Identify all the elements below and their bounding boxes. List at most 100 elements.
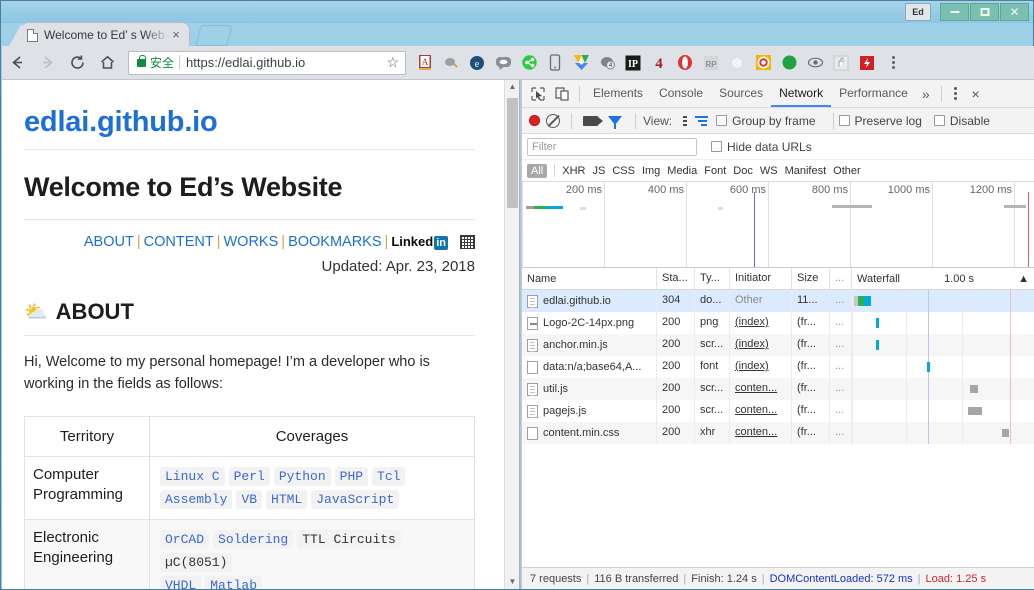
green-circle-extension-icon[interactable] [776,50,802,76]
filter-manifest[interactable]: Manifest [785,165,827,177]
initiator-link[interactable]: (index) [735,360,769,372]
checkbox-icon[interactable] [838,115,850,126]
skill-tag[interactable]: Assembly [160,489,233,509]
scrollbar-thumb[interactable] [507,98,518,208]
initiator-link[interactable]: (index) [735,338,769,350]
cell-initiator[interactable]: conten... [730,422,792,444]
filter-font[interactable]: Font [704,165,726,177]
record-button[interactable] [529,115,540,126]
network-overview[interactable]: 200 ms 400 ms 600 ms 800 ms 1000 ms 1200… [522,182,1034,268]
table-row[interactable]: anchor.min.js 200 scr... (index) (fr... … [522,334,1034,356]
initiator-link[interactable]: conten... [735,382,777,394]
filter-input[interactable]: Filter [527,137,697,156]
filter-js[interactable]: JS [592,165,605,177]
clipboard-extension-icon[interactable] [438,50,464,76]
column-header-name[interactable]: Name [522,268,657,289]
skill-tag[interactable]: Matlab [205,575,263,589]
table-row[interactable]: edlai.github.io 304 do... Other 11... ..… [522,290,1034,312]
cell-initiator[interactable]: conten... [730,378,792,400]
tab-elements[interactable]: Elements [585,80,651,107]
checkbox-icon[interactable] [716,115,728,126]
filter-other[interactable]: Other [833,165,861,177]
clear-icon[interactable] [546,113,560,128]
opera-extension-icon[interactable] [672,50,698,76]
forward-button[interactable] [32,48,62,78]
back-button[interactable] [2,48,32,78]
column-header-time[interactable]: ... [830,268,852,289]
address-bar[interactable]: 安全 https://edlai.github.io ☆ [128,50,406,75]
chat-extension-icon[interactable] [490,50,516,76]
scroll-up-icon[interactable]: ▲ [505,80,519,94]
sort-indicator-icon[interactable]: ▲ [1018,273,1029,285]
eye-extension-icon[interactable] [802,50,828,76]
bookmark-star-icon[interactable]: ☆ [386,54,399,71]
nav-link-about[interactable]: ABOUT [84,234,134,250]
disable-cache-checkbox[interactable]: Disable [933,114,990,128]
column-header-size[interactable]: Size [792,268,830,289]
page-scrollbar[interactable]: ▲ ▼ [504,80,519,589]
column-header-initiator[interactable]: Initiator [730,268,792,289]
scroll-down-icon[interactable]: ▼ [505,575,519,589]
four-extension-icon[interactable]: 4 [646,50,672,76]
filter-img[interactable]: Img [642,165,660,177]
more-tabs-icon[interactable]: » [916,86,936,102]
filter-media[interactable]: Media [667,165,697,177]
initiator-link[interactable]: conten... [735,426,777,438]
nav-link-content[interactable]: CONTENT [144,234,214,250]
hexagon-extension-icon[interactable] [724,50,750,76]
checkbox-icon[interactable] [933,115,945,126]
tab-performance[interactable]: Performance [831,80,916,107]
initiator-link[interactable]: conten... [735,404,777,416]
browser-menu-button[interactable] [882,50,904,76]
table-row[interactable]: util.js 200 scr... conten... (fr... ... [522,378,1034,400]
nav-link-bookmarks[interactable]: BOOKMARKS [288,234,381,250]
devtools-close-icon[interactable]: × [965,86,987,102]
cell-initiator[interactable]: (index) [730,334,792,356]
filter-doc[interactable]: Doc [733,165,753,177]
nav-link-works[interactable]: WORKS [224,234,279,250]
tab-counter-extension-icon[interactable]: 4 [594,50,620,76]
share-extension-icon[interactable] [516,50,542,76]
filter-all[interactable]: All [527,163,548,178]
skill-tag[interactable]: Soldering [213,529,294,549]
group-by-frame-checkbox[interactable]: Group by frame [716,114,816,128]
dictionary-extension-icon[interactable]: A [412,50,438,76]
filter-css[interactable]: CSS [612,165,635,177]
hide-data-urls-checkbox[interactable]: Hide data URLs [711,140,812,154]
tab-network[interactable]: Network [771,80,832,107]
reload-button[interactable] [62,48,92,78]
checkbox-icon[interactable] [711,141,722,152]
inspect-element-icon[interactable] [526,82,550,106]
skill-tag[interactable]: VB [236,489,263,509]
table-row[interactable]: Logo-2C-14px.png 200 png (index) (fr... … [522,312,1034,334]
skill-tag[interactable]: PHP [334,466,369,486]
chrome-extension-icon[interactable] [750,50,776,76]
skill-tag[interactable]: VHDL [160,575,202,589]
home-button[interactable] [92,48,122,78]
skill-tag[interactable]: HTML [266,489,308,509]
browser-tab[interactable]: Welcome to Ed’ s Web × [8,22,190,48]
column-header-type[interactable]: Ty... [695,268,730,289]
skill-tag[interactable]: Tcl [372,466,406,486]
list-view-icon[interactable] [683,115,688,126]
downloader-extension-icon[interactable] [568,50,594,76]
grid-icon[interactable] [460,235,475,250]
skill-tag[interactable]: OrCAD [160,529,210,549]
hand-extension-icon[interactable] [828,50,854,76]
preserve-log-checkbox[interactable]: Preserve log [838,114,922,128]
rp-extension-icon[interactable]: RP [698,50,724,76]
skill-tag[interactable]: JavaScript [311,489,400,509]
cell-initiator[interactable]: (index) [730,312,792,334]
skill-tag[interactable]: Linux C [160,466,225,486]
table-row[interactable]: data:n/a;base64,A... 200 font (index) (f… [522,356,1034,378]
tab-sources[interactable]: Sources [711,80,771,107]
initiator-link[interactable]: (index) [735,316,769,328]
waterfall-view-icon[interactable] [695,115,709,126]
new-tab-button[interactable] [194,25,234,46]
flash-extension-icon[interactable] [854,50,880,76]
column-header-status[interactable]: Sta... [657,268,695,289]
tab-console[interactable]: Console [651,80,711,107]
filter-funnel-icon[interactable] [608,116,622,129]
column-header-waterfall[interactable]: Waterfall 1.00 s ▲ [852,268,1034,289]
skill-tag[interactable]: Python [273,466,331,486]
